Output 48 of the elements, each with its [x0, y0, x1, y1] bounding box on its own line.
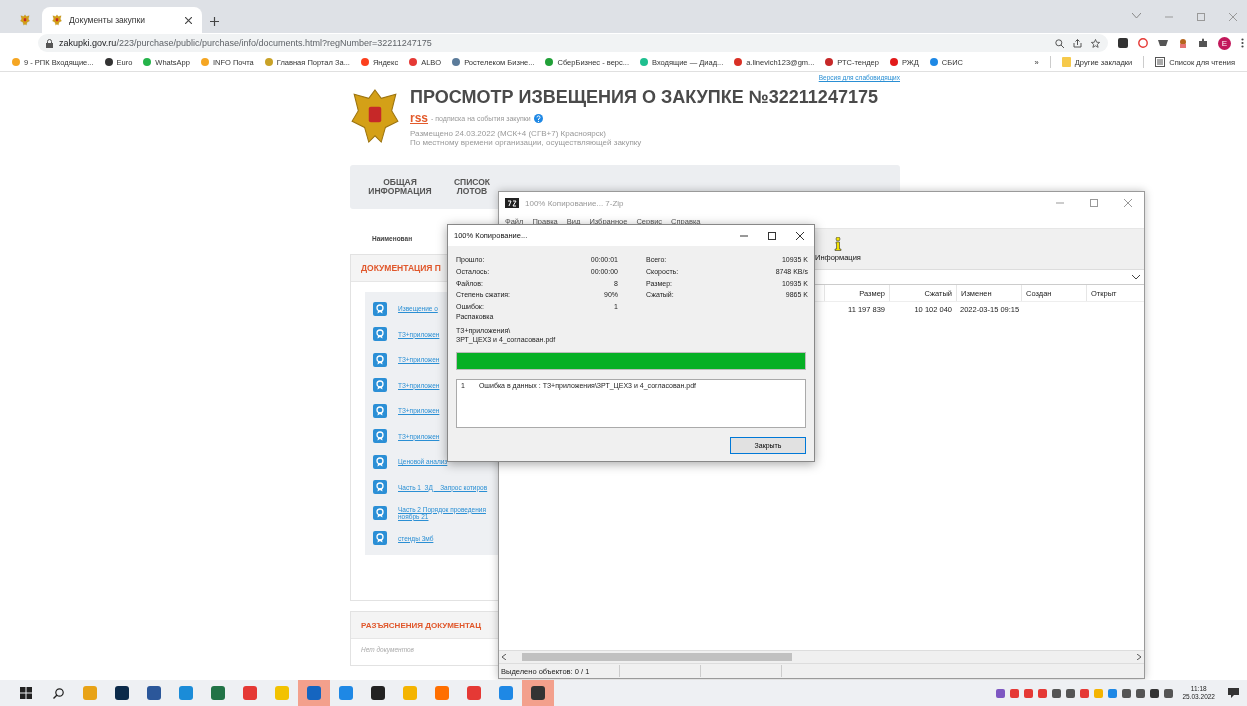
section-title: ДОКУМЕНТАЦИЯ П: [361, 263, 441, 273]
scrollbar-thumb[interactable]: [522, 653, 792, 661]
window-title: 100% Копирование... 7-Zip: [525, 198, 624, 208]
scroll-right-icon[interactable]: [1137, 654, 1141, 660]
time-note: По местному времени организации, осуществляющей закупку: [410, 138, 643, 147]
document-icon: [373, 429, 387, 444]
address-bar[interactable]: zakupki.gov.ru/223/purchase/public/purchase/info/documents.html?regNumber=32211247175: [38, 34, 1108, 52]
share-icon[interactable]: [1073, 38, 1082, 48]
emblem-icon: [52, 14, 62, 26]
browser-tab[interactable]: Документы закупки: [42, 7, 202, 33]
search-icon[interactable]: [52, 687, 64, 699]
maximize-icon[interactable]: [768, 231, 776, 240]
page-title: ПРОСМОТР ИЗВЕЩЕНИЯ О ЗАКУПКЕ №32211247175: [410, 87, 878, 108]
profile-avatar[interactable]: E: [1218, 36, 1231, 50]
document-icon: [373, 378, 387, 393]
taskbar-app[interactable]: [522, 680, 554, 706]
star-icon[interactable]: [1091, 38, 1100, 48]
close-icon[interactable]: [185, 16, 192, 24]
zoom-icon[interactable]: [1055, 38, 1064, 48]
emblem-icon: [20, 14, 30, 26]
nav-tab[interactable]: СПИСОК ЛОТОВ: [450, 178, 494, 196]
app-icon: [505, 198, 519, 208]
lock-icon: [46, 38, 53, 48]
document-icon: [373, 301, 387, 316]
rss-link[interactable]: rss: [410, 111, 429, 125]
new-tab-icon[interactable]: [210, 17, 219, 26]
document-icon: [373, 531, 387, 546]
posted-date: Размещено 24.03.2022 (МСК+4 (СГВ+7) Красноярск): [410, 129, 606, 138]
notification-icon[interactable]: [1228, 688, 1239, 698]
nav-tab[interactable]: ОБЩАЯ ИНФОРМАЦИЯ: [368, 178, 432, 196]
document-icon: [373, 352, 387, 367]
menu-icon[interactable]: [1241, 38, 1244, 48]
scroll-left-icon[interactable]: [502, 654, 506, 660]
chevron-down-icon[interactable]: [1132, 274, 1140, 280]
section-title: РАЗЪЯСНЕНИЯ ДОКУМЕНТАЦ: [361, 620, 481, 630]
document-icon: [373, 403, 387, 418]
close-icon[interactable]: [796, 231, 804, 240]
document-icon: [373, 454, 387, 469]
extension-icon[interactable]: [1178, 38, 1188, 48]
info-icon: [833, 236, 842, 251]
help-icon[interactable]: [533, 113, 543, 123]
windows-start-icon[interactable]: [20, 687, 32, 699]
document-icon: [373, 505, 387, 520]
document-icon: [373, 480, 387, 495]
document-icon: [373, 327, 387, 342]
list-icon: [1155, 57, 1166, 67]
puzzle-icon[interactable]: [1198, 38, 1208, 48]
folder-icon: [1061, 57, 1071, 67]
